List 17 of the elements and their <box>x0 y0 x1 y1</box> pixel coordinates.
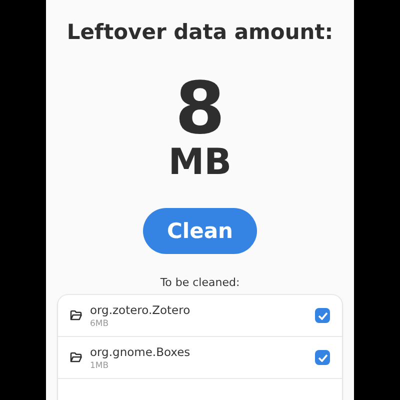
data-size: 1MB <box>90 360 110 370</box>
list-title: To be cleaned: <box>160 276 240 289</box>
check-icon <box>318 354 328 362</box>
list-row[interactable]: org.zotero.Zotero 6MB <box>58 295 342 337</box>
amount-unit: MB <box>168 144 232 182</box>
folder-icon <box>70 310 82 321</box>
app-id: org.zotero.Zotero <box>90 302 192 316</box>
clean-button[interactable]: Clean <box>143 208 257 254</box>
amount-value: 8 <box>174 72 226 144</box>
checkbox[interactable] <box>315 350 330 365</box>
check-icon <box>318 312 328 320</box>
list-row[interactable]: org.gnome.Boxes 1MB <box>58 337 342 379</box>
folder-icon <box>70 352 82 363</box>
checkbox[interactable] <box>315 308 330 323</box>
heading: Leftover data amount: <box>66 20 334 44</box>
data-size: 6MB <box>90 318 110 328</box>
app-id: org.gnome.Boxes <box>90 344 192 358</box>
